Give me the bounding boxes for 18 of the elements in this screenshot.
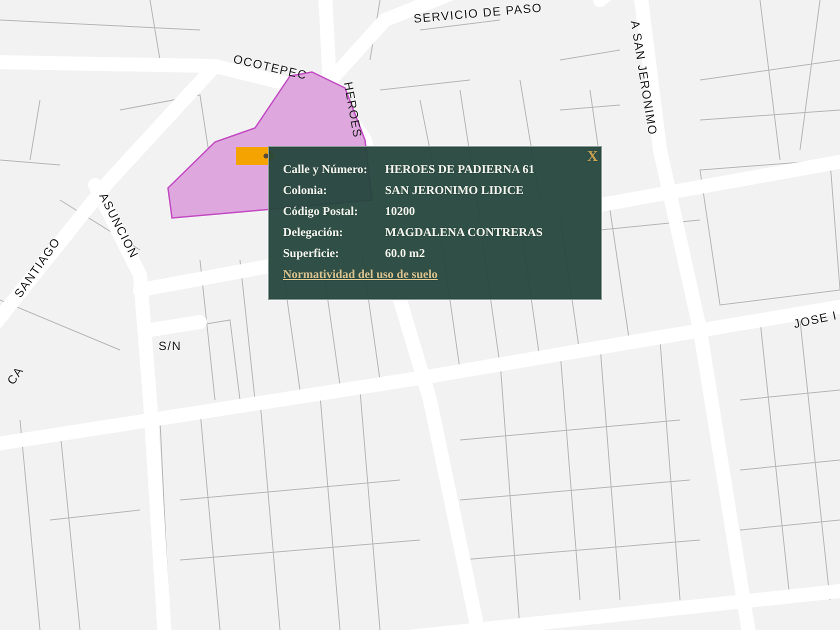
field-value: 60.0 m2 bbox=[385, 245, 425, 261]
field-label: Código Postal: bbox=[283, 203, 359, 219]
street-label: S/N bbox=[158, 339, 182, 354]
close-button[interactable]: X bbox=[586, 148, 599, 166]
field-label: Calle y Número: bbox=[283, 161, 368, 177]
field-value: 10200 bbox=[385, 203, 415, 219]
land-use-link[interactable]: Normatividad del uso de suelo bbox=[283, 266, 438, 282]
street-label: CA bbox=[4, 364, 26, 388]
street-label: A SAN JERONIMO bbox=[628, 19, 660, 136]
field-value: SAN JERONIMO LIDICE bbox=[385, 182, 524, 198]
street-label: HEROES bbox=[341, 80, 365, 139]
street-label: SERVICIO DE PASO bbox=[413, 0, 543, 26]
field-value: HEROES DE PADIERNA 61 bbox=[385, 161, 534, 177]
street-label: JOSE I bbox=[792, 308, 838, 332]
field-value: MAGDALENA CONTRERAS bbox=[385, 224, 543, 240]
field-label: Colonia: bbox=[283, 182, 328, 198]
field-label: Superficie: bbox=[283, 245, 340, 261]
field-label: Delegación: bbox=[283, 224, 344, 240]
